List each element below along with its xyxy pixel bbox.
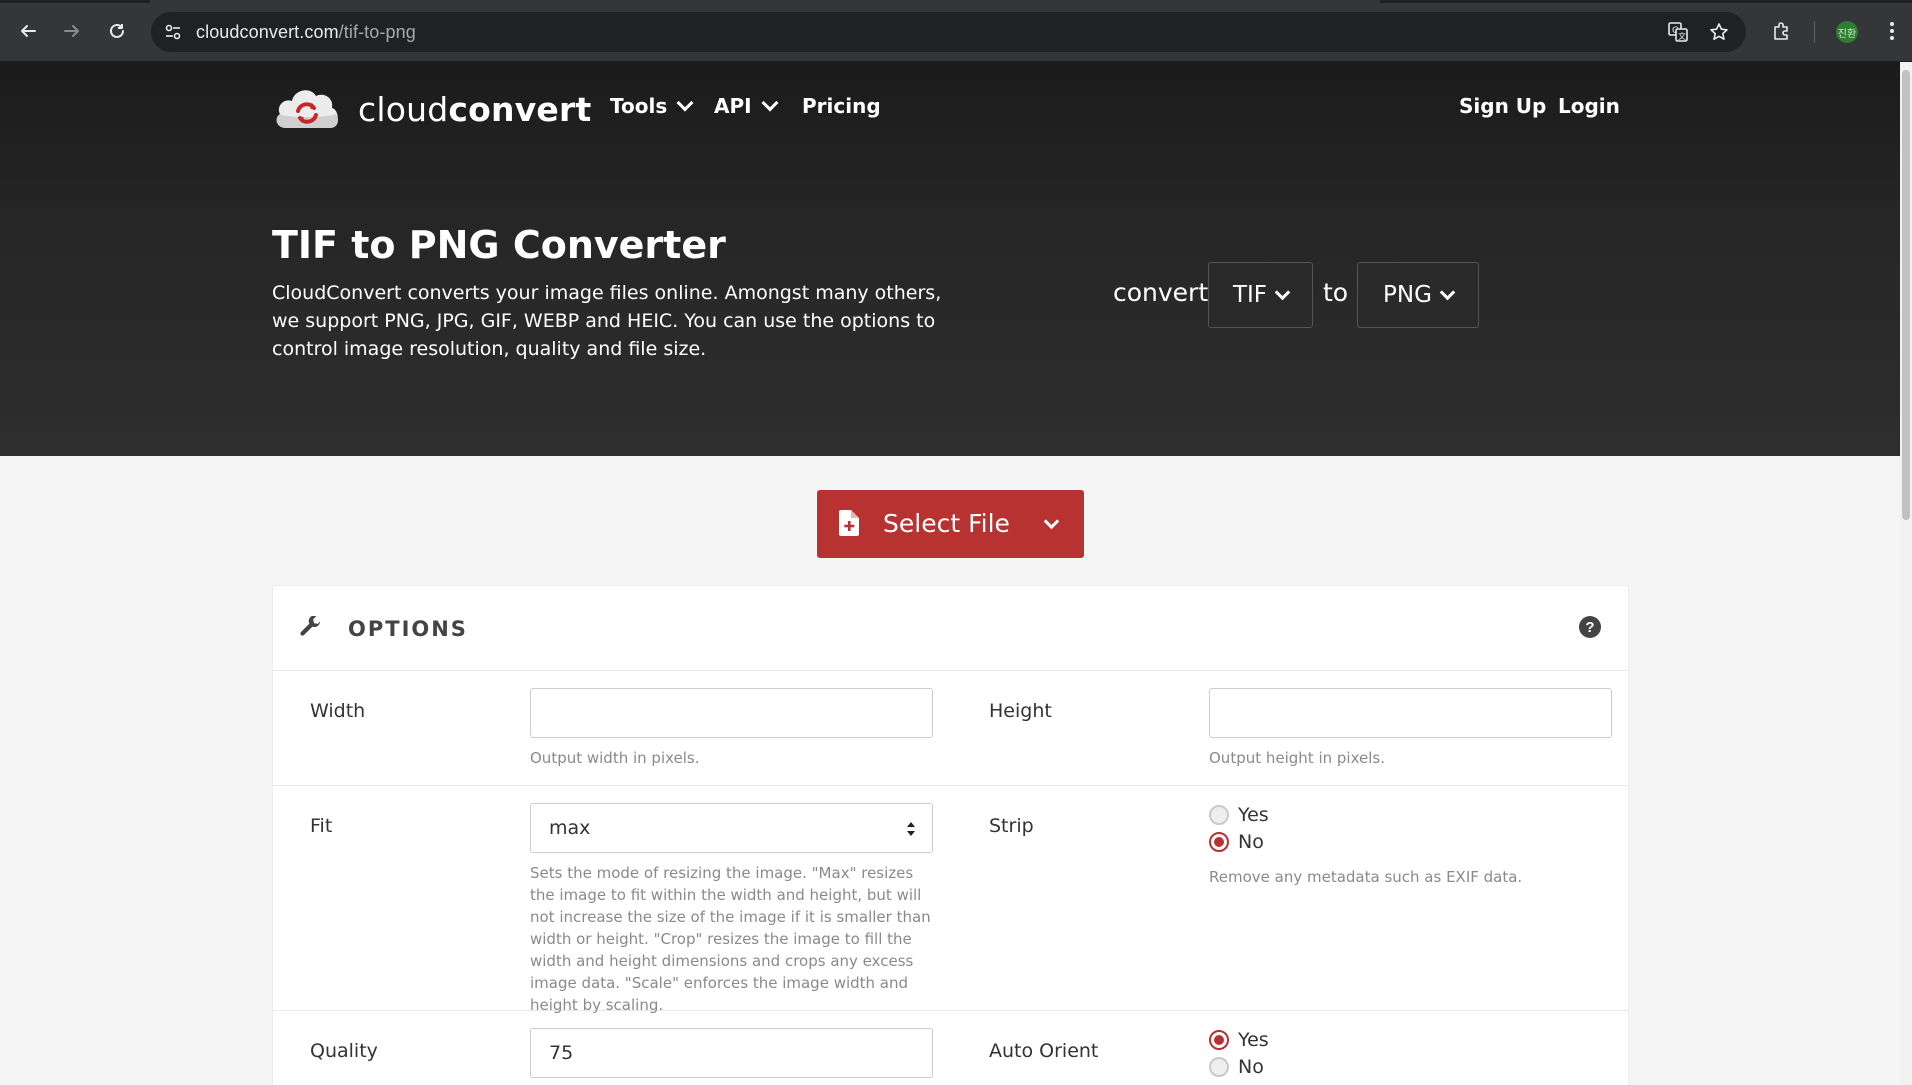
strip-label: Strip — [989, 815, 1034, 837]
radio-unchecked-icon — [1209, 1057, 1229, 1077]
fit-label: Fit — [310, 815, 333, 837]
bookmark-star-icon[interactable] — [1707, 20, 1731, 44]
nav-tools-label: Tools — [610, 94, 668, 118]
height-help: Output height in pixels. — [1209, 749, 1385, 767]
chevron-down-icon — [676, 94, 694, 112]
tab-strip — [0, 0, 1912, 3]
select-sort-icon — [907, 822, 915, 836]
scrollbar-thumb[interactable] — [1902, 70, 1910, 520]
reload-button[interactable] — [103, 17, 131, 45]
strip-no-radio[interactable]: No — [1209, 831, 1264, 853]
width-label: Width — [310, 700, 366, 722]
to-label: to — [1323, 278, 1349, 307]
nav-tools[interactable]: Tools — [610, 94, 694, 118]
toolbar-separator — [1814, 21, 1815, 43]
fit-help: Sets the mode of resizing the image. "Ma… — [530, 864, 931, 1014]
to-format-dropdown[interactable]: PNG — [1357, 262, 1479, 328]
nav-login-label: Login — [1558, 94, 1620, 118]
to-format-label: PNG — [1383, 282, 1432, 308]
quality-label: Quality — [310, 1040, 378, 1062]
extensions-icon[interactable] — [1767, 17, 1795, 45]
address-bar[interactable]: cloudconvert.com/tif-to-png G文 — [151, 12, 1746, 52]
brand-light: cloud — [358, 90, 449, 129]
height-label: Height — [989, 700, 1052, 722]
reload-icon — [110, 23, 124, 38]
radio-checked-icon — [1209, 832, 1229, 852]
url-host: cloudconvert.com — [196, 22, 339, 42]
nav-pricing[interactable]: Pricing — [802, 94, 881, 118]
select-file-dropdown-toggle[interactable] — [1042, 513, 1060, 532]
file-plus-icon — [839, 510, 859, 536]
chevron-down-icon — [1274, 284, 1291, 300]
options-row-fit: Fit max Sets the mode of resizing the im… — [273, 785, 1628, 1014]
radio-unchecked-icon — [1209, 805, 1229, 825]
options-row-size: Width Output width in pixels. Height Out… — [273, 670, 1628, 786]
back-button[interactable] — [14, 17, 42, 45]
profile-avatar[interactable]: 진환 — [1836, 21, 1858, 43]
page-scrollbar[interactable] — [1900, 62, 1912, 1085]
forward-arrow-icon — [64, 25, 79, 37]
cloudconvert-logo-icon[interactable] — [272, 84, 342, 132]
nav-pricing-label: Pricing — [802, 94, 881, 118]
nav-signup-label: Sign Up — [1459, 94, 1547, 118]
hero-section: cloudconvert Tools API Pricing Sign Up L… — [0, 62, 1900, 456]
forward-button[interactable] — [58, 17, 86, 45]
from-format-label: TIF — [1232, 282, 1268, 308]
chevron-down-icon — [761, 94, 779, 112]
nav-login[interactable]: Login — [1558, 94, 1620, 118]
auto-orient-no-label: No — [1238, 1056, 1264, 1078]
url-path: /tif-to-png — [338, 22, 416, 42]
fit-selected-value: max — [549, 817, 591, 839]
from-format-dropdown[interactable]: TIF — [1208, 262, 1313, 328]
nav-api[interactable]: API — [714, 94, 779, 118]
select-file-label: Select File — [883, 509, 1010, 538]
select-file-button[interactable]: Select File — [817, 490, 1084, 558]
auto-orient-label: Auto Orient — [989, 1040, 1099, 1062]
chevron-down-icon — [1439, 284, 1456, 300]
svg-text:文: 文 — [1678, 31, 1686, 41]
strip-yes-radio[interactable]: Yes — [1209, 804, 1269, 826]
options-header: OPTIONS ? — [273, 586, 1628, 671]
wrench-icon — [300, 616, 321, 636]
radio-checked-icon — [1209, 1030, 1229, 1050]
quality-input[interactable] — [530, 1028, 933, 1078]
options-row-quality: Quality Auto Orient Yes No — [273, 1010, 1628, 1085]
auto-orient-yes-radio[interactable]: Yes — [1209, 1029, 1269, 1051]
active-tab[interactable] — [150, 0, 1380, 3]
convert-label: convert — [1113, 278, 1209, 307]
strip-yes-label: Yes — [1238, 804, 1269, 826]
width-help: Output width in pixels. — [530, 749, 700, 767]
height-input[interactable] — [1209, 688, 1612, 738]
browser-toolbar: cloudconvert.com/tif-to-png G文 진환 — [0, 0, 1912, 62]
fit-select[interactable]: max — [530, 803, 933, 853]
options-panel: OPTIONS ? Width Output width in pixels. … — [272, 585, 1629, 1085]
auto-orient-no-radio[interactable]: No — [1209, 1056, 1264, 1078]
translate-icon[interactable]: G文 — [1666, 20, 1690, 44]
browser-menu-icon[interactable] — [1878, 17, 1906, 45]
nav-signup[interactable]: Sign Up — [1459, 94, 1546, 118]
nav-api-label: API — [714, 94, 752, 118]
auto-orient-yes-label: Yes — [1238, 1029, 1269, 1051]
strip-no-label: No — [1238, 831, 1264, 853]
page-viewport: cloudconvert Tools API Pricing Sign Up L… — [0, 62, 1900, 1085]
page-title: TIF to PNG Converter — [272, 223, 726, 267]
strip-help: Remove any metadata such as EXIF data. — [1209, 868, 1523, 886]
width-input[interactable] — [530, 688, 933, 738]
brand-name[interactable]: cloudconvert — [358, 90, 591, 129]
url-text[interactable]: cloudconvert.com/tif-to-png — [196, 22, 416, 43]
page-description: CloudConvert converts your image files o… — [272, 282, 942, 360]
options-title: OPTIONS — [348, 617, 468, 641]
site-info-icon[interactable] — [163, 22, 183, 42]
chevron-down-icon — [1043, 513, 1060, 530]
back-arrow-icon — [21, 25, 36, 37]
help-circle-icon[interactable]: ? — [1579, 616, 1601, 638]
brand-bold: convert — [448, 90, 592, 129]
